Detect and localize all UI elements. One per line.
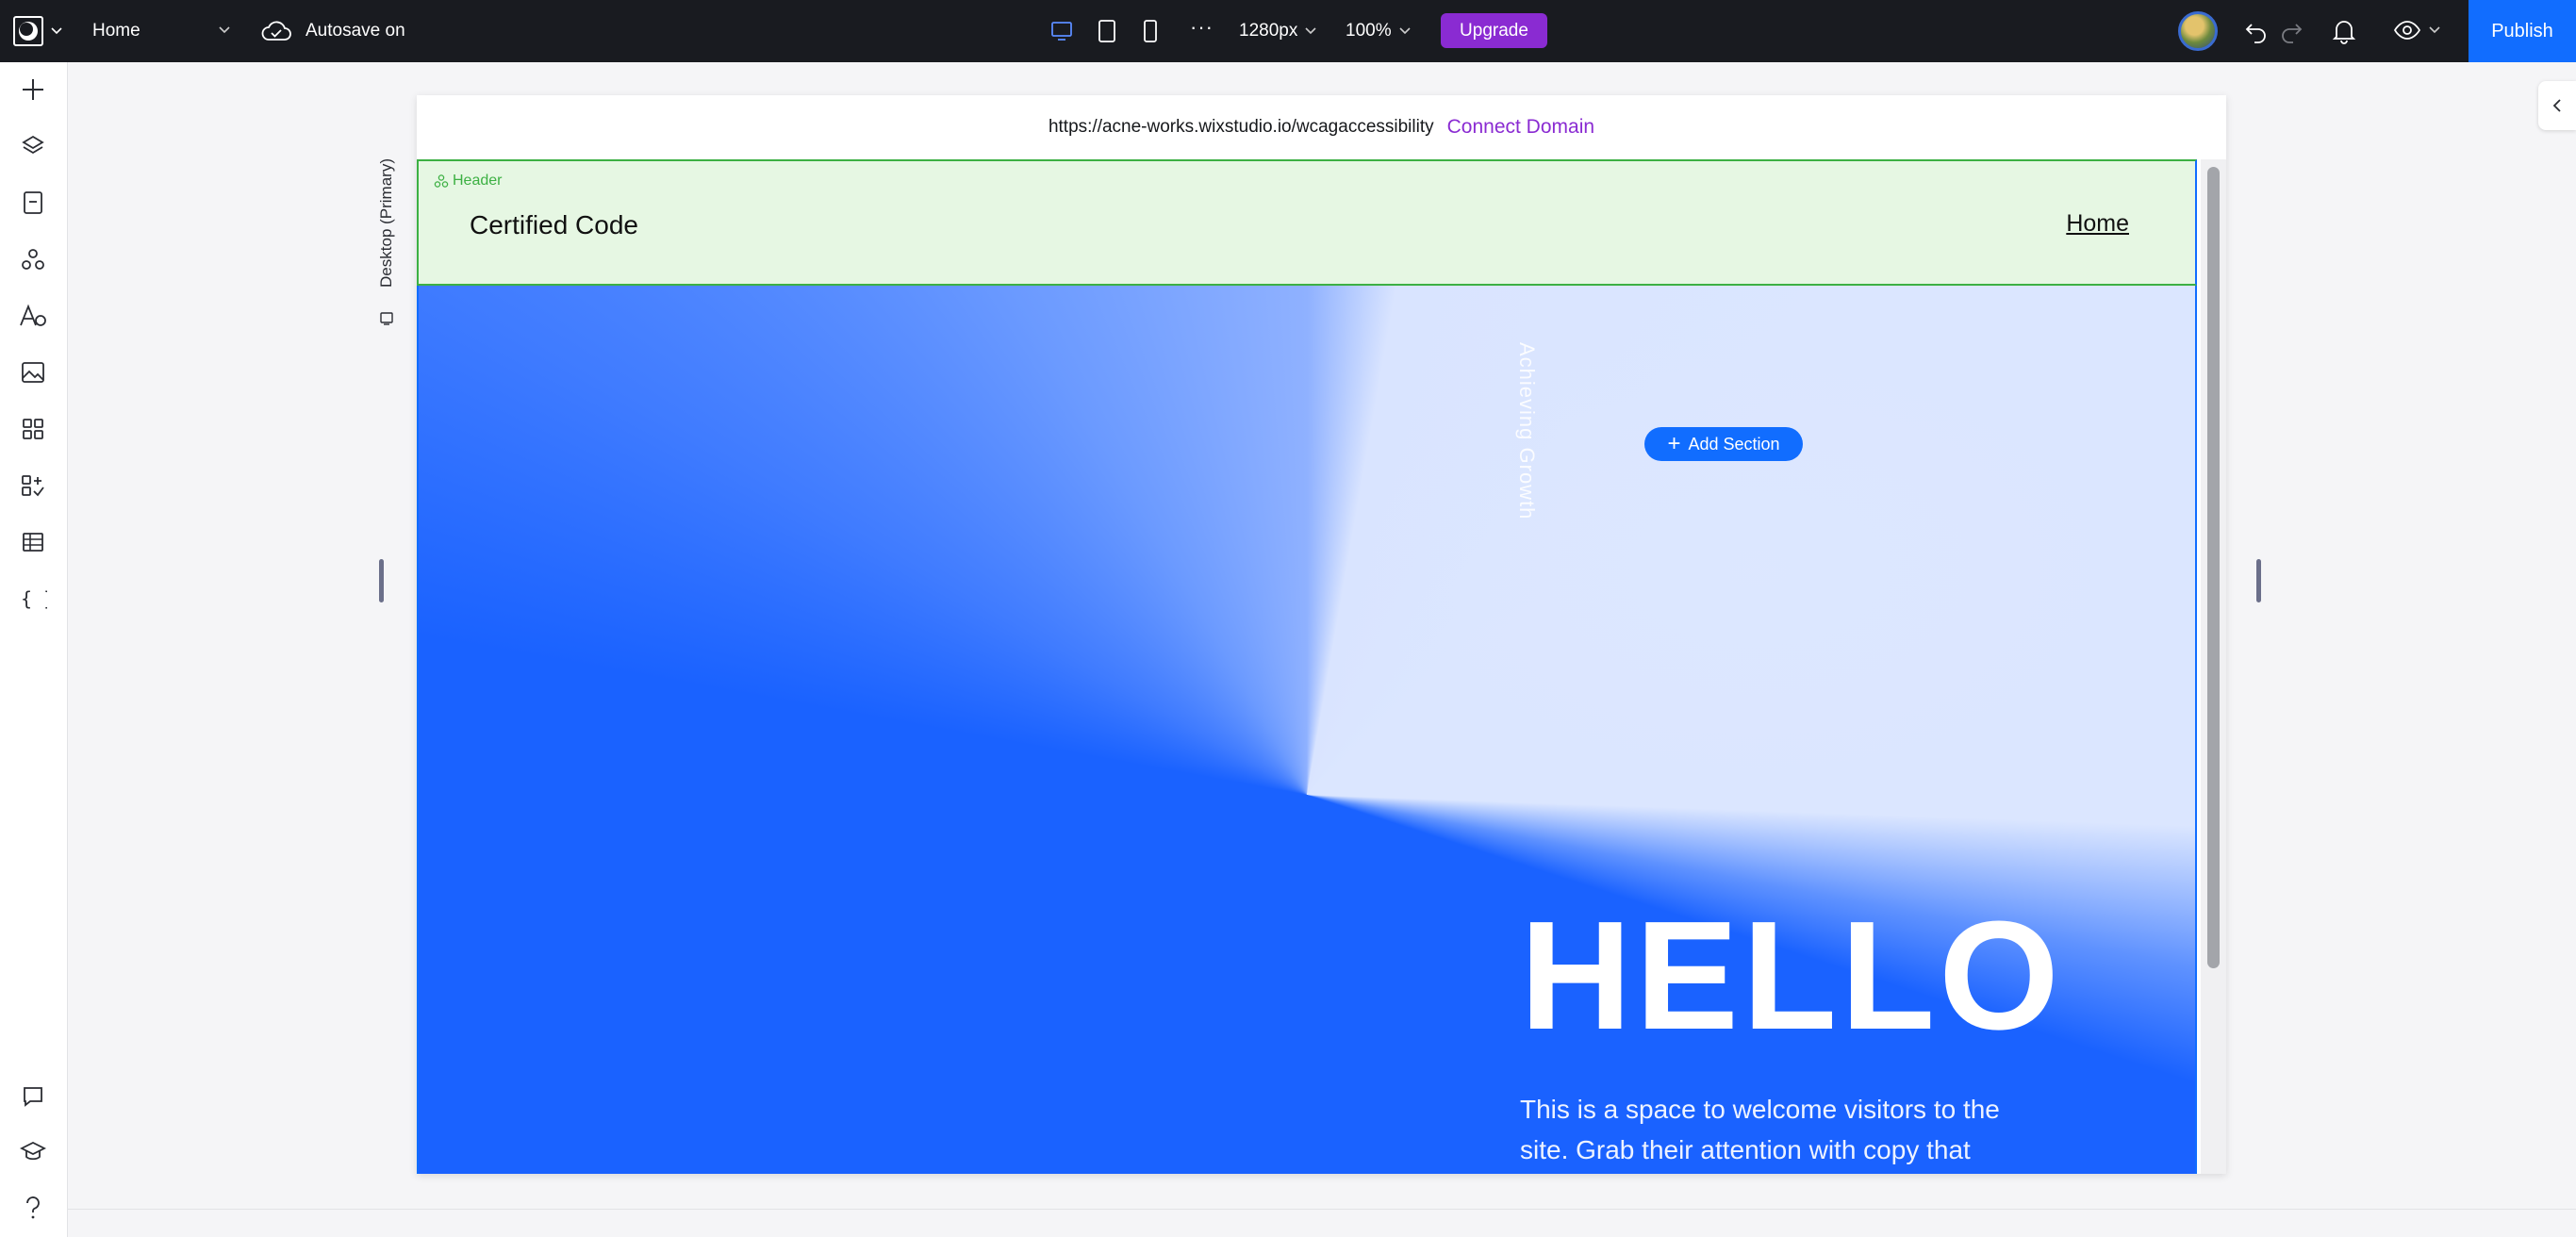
chevron-down-icon — [1399, 27, 1411, 35]
chevron-left-icon — [2552, 99, 2561, 112]
layers-icon — [22, 135, 44, 155]
add-elements-button[interactable] — [15, 72, 51, 107]
hero-headline[interactable]: HELLO — [1520, 899, 2063, 1053]
apps-icon — [23, 419, 43, 439]
more-breakpoints-button[interactable]: ··· — [1190, 15, 1214, 40]
top-bar: Home Autosave on ··· 1280px 100% Upgrade… — [0, 0, 2576, 62]
wix-logo-icon — [13, 16, 43, 46]
mobile-view-button[interactable] — [1144, 15, 1157, 47]
page-selector[interactable]: Home — [92, 15, 230, 47]
site-name[interactable]: Certified Code — [470, 210, 638, 240]
media-icon — [22, 362, 44, 383]
help-button[interactable] — [15, 1190, 51, 1226]
add-icon — [23, 79, 43, 100]
zoom-selector[interactable]: 100% — [1346, 15, 1411, 47]
app-market-button[interactable] — [15, 468, 51, 503]
chevron-down-icon — [219, 26, 230, 34]
page-selector-label: Home — [92, 21, 140, 41]
site-url[interactable]: https://acne-works.wixstudio.io/wcagacce… — [1049, 117, 1434, 138]
inspector-toggle-button[interactable] — [2538, 81, 2576, 130]
nav-link-home[interactable]: Home — [2066, 210, 2129, 238]
autosave-label: Autosave on — [305, 21, 405, 41]
media-button[interactable] — [15, 355, 51, 390]
site-frame: https://acne-works.wixstudio.io/wcagacce… — [417, 95, 2226, 1174]
learn-button[interactable] — [15, 1133, 51, 1169]
site-header[interactable]: Header Certified Code Home — [417, 159, 2197, 286]
upgrade-button[interactable]: Upgrade — [1441, 13, 1547, 48]
help-icon — [26, 1196, 40, 1219]
canvas-scrollbar[interactable] — [2201, 159, 2226, 1174]
wix-menu-button[interactable] — [13, 16, 62, 46]
components-icon — [434, 174, 449, 188]
autosave-status[interactable]: Autosave on — [260, 15, 405, 47]
undo-button[interactable] — [2244, 19, 2269, 43]
redo-button[interactable] — [2279, 19, 2304, 43]
site-page: Header Certified Code Home Achieving Gro… — [417, 159, 2197, 1174]
notifications-button[interactable] — [2332, 18, 2356, 44]
add-apps-icon — [22, 475, 44, 497]
publish-button[interactable]: Publish — [2469, 0, 2576, 62]
code-icon: { } — [21, 587, 47, 610]
url-bar: https://acne-works.wixstudio.io/wcagacce… — [417, 95, 2226, 159]
tablet-view-button[interactable] — [1098, 15, 1116, 47]
add-section-label: Add Section — [1688, 434, 1780, 454]
components-button[interactable] — [15, 241, 51, 277]
chevron-down-icon — [2429, 26, 2440, 34]
resize-handle-left[interactable] — [379, 559, 384, 602]
redo-icon — [2282, 24, 2303, 43]
chevron-down-icon — [51, 27, 62, 35]
header-tag[interactable]: Header — [434, 173, 502, 190]
mobile-icon — [1144, 20, 1157, 42]
tablet-icon — [1098, 20, 1115, 42]
scrollbar-thumb[interactable] — [2207, 167, 2220, 968]
cms-button[interactable] — [15, 524, 51, 560]
comments-button[interactable] — [15, 1079, 51, 1114]
typography-button[interactable] — [15, 298, 51, 334]
layers-button[interactable] — [15, 128, 51, 164]
learn-icon — [20, 1141, 46, 1161]
typography-icon — [20, 304, 46, 326]
pages-icon — [24, 191, 42, 214]
pages-button[interactable] — [15, 185, 51, 221]
canvas-width-selector[interactable]: 1280px — [1239, 15, 1316, 47]
connect-domain-link[interactable]: Connect Domain — [1447, 116, 1594, 139]
resize-handle-right[interactable] — [2256, 559, 2261, 602]
hero-section[interactable]: Achieving Growth HELLO This is a space t… — [417, 286, 2197, 1174]
undo-icon — [2245, 24, 2266, 43]
breakpoint-label[interactable]: Desktop (Primary) — [370, 158, 407, 338]
canvas-width-value: 1280px — [1239, 21, 1298, 41]
desktop-icon — [1051, 22, 1072, 41]
breakpoint-label-text: Desktop (Primary) — [377, 158, 395, 288]
code-button[interactable]: { } — [15, 581, 51, 617]
add-section-button[interactable]: + Add Section — [1644, 427, 1803, 461]
header-tag-label: Header — [453, 173, 503, 189]
comments-icon — [24, 1087, 42, 1107]
preview-button[interactable] — [2393, 19, 2440, 41]
svg-text:{ }: { } — [21, 587, 47, 610]
components-icon — [22, 249, 44, 270]
chevron-down-icon — [1305, 27, 1316, 35]
canvas-bottom-strip — [68, 1209, 2576, 1237]
avatar[interactable] — [2178, 11, 2218, 51]
desktop-icon — [380, 312, 393, 325]
bell-icon — [2332, 21, 2356, 44]
hero-paragraph[interactable]: This is a space to welcome visitors to t… — [1520, 1089, 2048, 1170]
eye-icon — [2393, 21, 2421, 40]
apps-button[interactable] — [15, 411, 51, 447]
plus-icon: + — [1667, 431, 1681, 456]
hero-vertical-text[interactable]: Achieving Growth — [1514, 342, 1539, 520]
zoom-value: 100% — [1346, 21, 1392, 41]
cloud-check-icon — [261, 21, 291, 41]
desktop-view-button[interactable] — [1050, 15, 1073, 47]
left-sidebar: { } — [0, 62, 68, 1237]
more-icon: ··· — [1190, 15, 1214, 39]
cms-icon — [23, 533, 43, 552]
